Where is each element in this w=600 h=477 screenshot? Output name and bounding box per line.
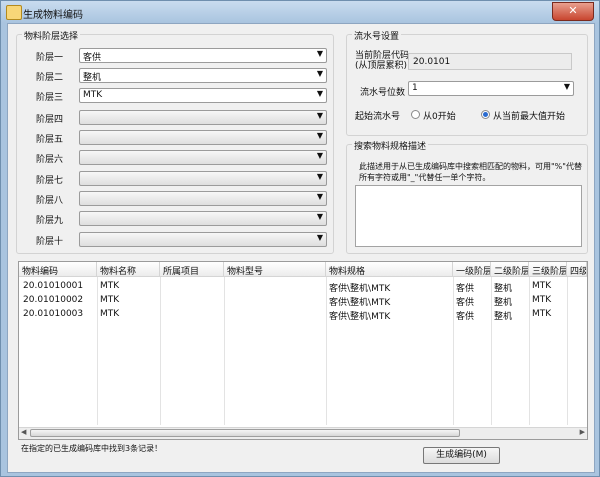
column-header[interactable]: 物料型号 xyxy=(224,262,326,277)
level-label: 阶层十 xyxy=(36,237,64,247)
level-3-combo[interactable]: MTK ▼ xyxy=(79,88,327,103)
level-10-combo[interactable]: ▼ xyxy=(79,232,327,247)
dropdown-arrow-icon: ▼ xyxy=(316,192,323,201)
level-label: 阶层一 xyxy=(36,53,64,63)
table-row-cell[interactable]: 客供\整机\MTK xyxy=(329,309,390,322)
results-grid[interactable]: 物料编码 物料名称 所属项目 物料型号 物料规格 一级阶层 二级阶层 三级阶层 … xyxy=(18,261,588,440)
level-1-combo[interactable]: 客供 ▼ xyxy=(79,48,327,63)
level-6-combo[interactable]: ▼ xyxy=(79,150,327,165)
table-row-cell[interactable]: 客供 xyxy=(456,309,474,322)
level-label: 阶层二 xyxy=(36,73,64,83)
digits-value: 1 xyxy=(412,83,418,93)
serial-group-label: 流水号设置 xyxy=(352,29,402,42)
table-row-cell[interactable]: 整机 xyxy=(494,281,512,294)
column-header[interactable]: 三级阶层 xyxy=(529,262,567,277)
table-row-cell[interactable]: 20.01010001 xyxy=(23,281,83,291)
close-button[interactable]: ✕ xyxy=(552,2,594,21)
level-4-combo[interactable]: ▼ xyxy=(79,110,327,125)
table-row-cell[interactable]: 20.01010003 xyxy=(23,309,83,319)
dropdown-arrow-icon: ▼ xyxy=(316,89,323,98)
search-help-text: 此描述用于从已生成编码库中搜索相匹配的物料，可用"%"代替所有字符或用"_"代替… xyxy=(359,162,582,182)
window-title: 生成物料编码 xyxy=(23,10,83,21)
radio-start-max[interactable] xyxy=(481,110,490,119)
code-label-line2: (从顶层累积) xyxy=(355,61,408,71)
level-5-combo[interactable]: ▼ xyxy=(79,130,327,145)
table-row-cell[interactable]: MTK xyxy=(100,281,119,291)
client-area: 物料阶层选择 阶层一 客供 ▼ 阶层二 整机 ▼ 阶层三 MTK ▼ 阶层四 ▼… xyxy=(7,23,595,473)
search-description-input[interactable] xyxy=(355,185,582,247)
level-2-value: 整机 xyxy=(83,73,102,83)
table-row-cell[interactable]: MTK xyxy=(100,295,119,305)
search-group: 搜索物料规格描述 此描述用于从已生成编码库中搜索相匹配的物料，可用"%"代替所有… xyxy=(346,139,588,254)
start-label: 起始流水号 xyxy=(355,112,401,122)
dropdown-arrow-icon: ▼ xyxy=(316,49,323,58)
level-label: 阶层四 xyxy=(36,115,64,125)
level-9-combo[interactable]: ▼ xyxy=(79,211,327,226)
column-header[interactable]: 二级阶层 xyxy=(491,262,529,277)
level-code-value: 20.0101 xyxy=(413,57,451,67)
level-label: 阶层六 xyxy=(36,155,64,165)
dropdown-arrow-icon: ▼ xyxy=(316,172,323,181)
level-8-combo[interactable]: ▼ xyxy=(79,191,327,206)
column-header[interactable]: 四级 xyxy=(567,262,587,277)
dropdown-arrow-icon: ▼ xyxy=(316,131,323,140)
radio-start-zero[interactable] xyxy=(411,110,420,119)
column-header[interactable]: 物料编码 xyxy=(19,262,97,277)
dropdown-arrow-icon: ▼ xyxy=(316,233,323,242)
table-row-cell[interactable]: 20.01010002 xyxy=(23,295,83,305)
level-1-value: 客供 xyxy=(83,53,102,63)
column-header[interactable]: 物料规格 xyxy=(326,262,453,277)
scrollbar-thumb[interactable] xyxy=(30,429,460,437)
dropdown-arrow-icon: ▼ xyxy=(316,212,323,221)
status-text: 在指定的已生成编码库中找到3条记录！ xyxy=(21,444,163,453)
dropdown-arrow-icon: ▼ xyxy=(563,82,570,91)
table-row-cell[interactable]: MTK xyxy=(532,295,551,305)
generate-code-button[interactable]: 生成编码(M) xyxy=(423,447,500,464)
level-label: 阶层八 xyxy=(36,196,64,206)
scroll-left-icon[interactable]: ◀ xyxy=(21,428,26,436)
level-label: 阶层三 xyxy=(36,93,64,103)
digits-label: 流水号位数 xyxy=(360,88,406,98)
column-header[interactable]: 一级阶层 xyxy=(453,262,491,277)
radio-start-max-label: 从当前最大值开始 xyxy=(493,112,566,122)
level-3-value: MTK xyxy=(83,90,103,100)
table-row-cell[interactable]: MTK xyxy=(532,281,551,291)
table-row-cell[interactable]: 整机 xyxy=(494,295,512,308)
dropdown-arrow-icon: ▼ xyxy=(316,111,323,120)
level-2-combo[interactable]: 整机 ▼ xyxy=(79,68,327,83)
table-row-cell[interactable]: 整机 xyxy=(494,309,512,322)
table-row-cell[interactable]: 客供\整机\MTK xyxy=(329,295,390,308)
title-bar: 生成物料编码 ✕ xyxy=(1,1,599,23)
table-row-cell[interactable]: MTK xyxy=(532,309,551,319)
serial-group: 流水号设置 当前阶层代码 (从顶层累积) 20.0101 流水号位数 1 ▼ 起… xyxy=(346,29,588,136)
level-label: 阶层七 xyxy=(36,176,64,186)
levels-group: 物料阶层选择 阶层一 客供 ▼ 阶层二 整机 ▼ 阶层三 MTK ▼ 阶层四 ▼… xyxy=(16,29,334,254)
scroll-right-icon[interactable]: ▶ xyxy=(580,428,585,436)
level-code-field: 20.0101 xyxy=(408,53,572,70)
dropdown-arrow-icon: ▼ xyxy=(316,151,323,160)
level-label: 阶层五 xyxy=(36,135,64,145)
level-7-combo[interactable]: ▼ xyxy=(79,171,327,186)
search-group-label: 搜索物料规格描述 xyxy=(352,139,429,152)
level-label: 阶层九 xyxy=(36,216,64,226)
levels-group-label: 物料阶层选择 xyxy=(22,29,81,42)
table-row-cell[interactable]: 客供 xyxy=(456,295,474,308)
horizontal-scrollbar[interactable]: ◀ ▶ xyxy=(19,427,587,439)
column-header[interactable]: 物料名称 xyxy=(97,262,160,277)
app-window: 生成物料编码 ✕ 物料阶层选择 阶层一 客供 ▼ 阶层二 整机 ▼ 阶层三 MT… xyxy=(0,0,600,477)
digits-combo[interactable]: 1 ▼ xyxy=(408,81,574,96)
column-header[interactable]: 所属项目 xyxy=(160,262,224,277)
table-row-cell[interactable]: MTK xyxy=(100,309,119,319)
radio-start-zero-label: 从0开始 xyxy=(423,112,456,122)
table-row-cell[interactable]: 客供 xyxy=(456,281,474,294)
table-row-cell[interactable]: 客供\整机\MTK xyxy=(329,281,390,294)
app-icon xyxy=(6,5,22,20)
dropdown-arrow-icon: ▼ xyxy=(316,69,323,78)
